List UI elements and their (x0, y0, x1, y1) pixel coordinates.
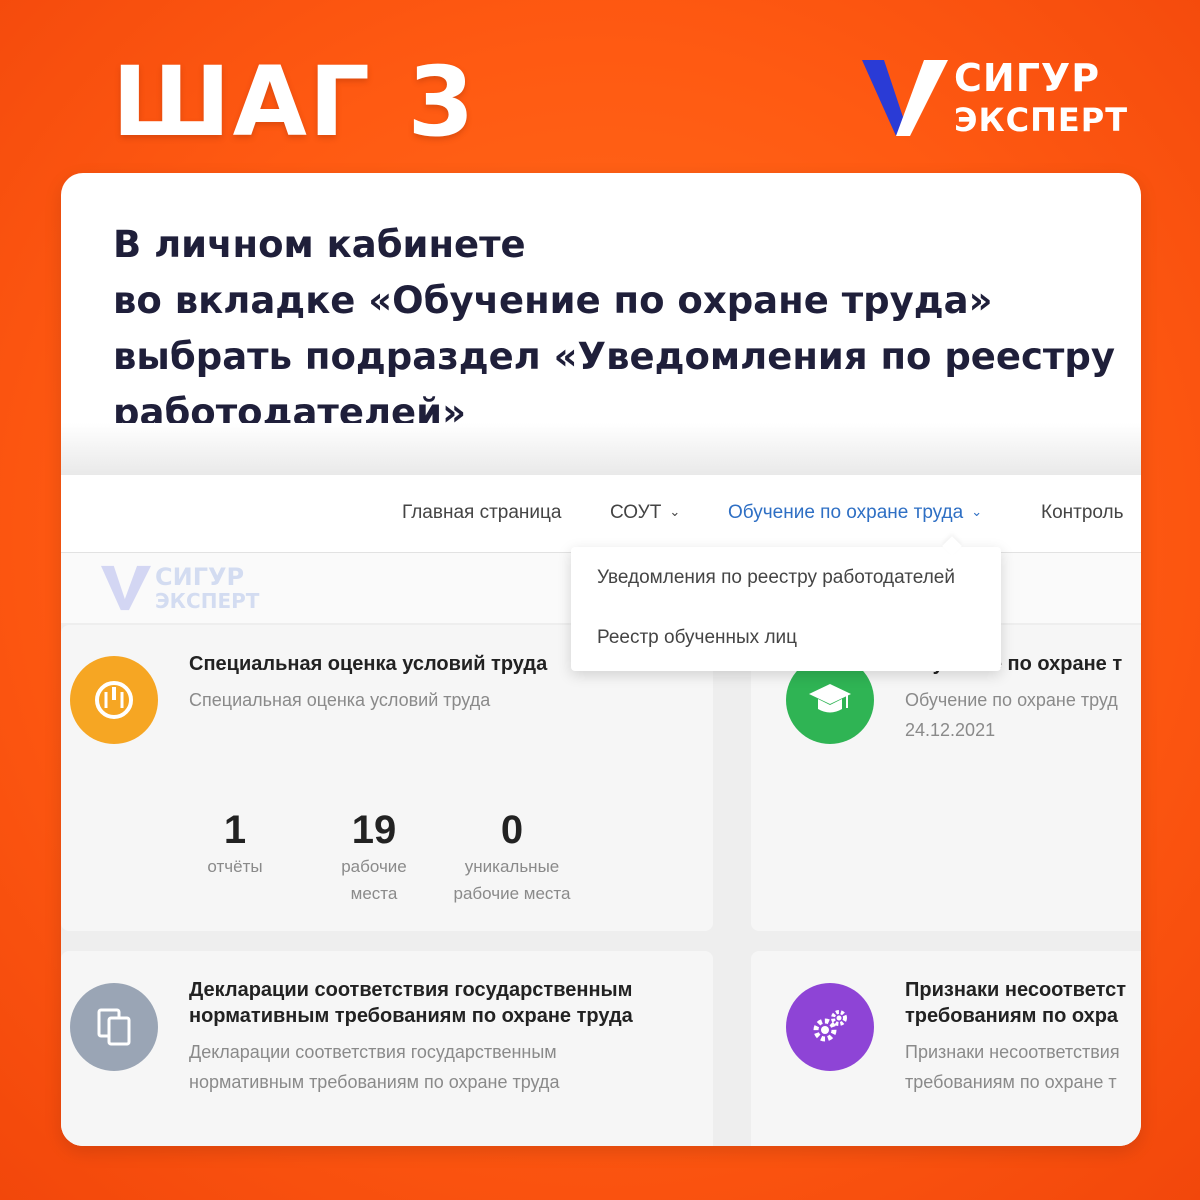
nav-item-sout[interactable]: СОУТ ⌄ (610, 502, 680, 524)
logo-v-icon (101, 565, 151, 611)
gauge-icon (70, 656, 158, 744)
instruction-text: В личном кабинете во вкладке «Обучение п… (113, 217, 1123, 441)
instruction-line: во вкладке «Обучение по охране труда» (113, 279, 993, 322)
stat-label: места (350, 884, 398, 903)
tile-title: нормативным требованиям по охране труда (189, 1005, 633, 1027)
nav-item-home[interactable]: Главная страница (402, 502, 562, 524)
watermark-text-line1: СИГУР (155, 563, 245, 591)
instruction-card: В личном кабинете во вкладке «Обучение п… (61, 173, 1141, 1146)
step-title: ШАГ 3 (112, 46, 477, 158)
chevron-down-icon: ⌄ (971, 504, 983, 519)
stat-label: рабочие места (453, 884, 571, 903)
tile-subtitle: Обучение по охране труд (905, 690, 1118, 710)
logo-text-line2: ЭКСПЕРТ (954, 101, 1129, 139)
documents-icon (70, 983, 158, 1071)
stat-unique-workplaces: 0 уникальные рабочие места (442, 807, 582, 907)
tile-subtitle: нормативным требованиям по охране труда (189, 1072, 560, 1092)
nav-item-training[interactable]: Обучение по охране труда ⌄ (728, 502, 982, 524)
stat-value: 19 (351, 808, 397, 852)
stat-value: 0 (500, 808, 524, 852)
instruction-line: В личном кабинете (113, 223, 526, 266)
nav-item-control[interactable]: Контроль (1041, 502, 1124, 524)
tile-title: требованиям по охра (905, 1005, 1119, 1027)
instruction-line: выбрать подраздел «Уведомления по реестр… (113, 335, 1115, 378)
stat-workplaces: 19 рабочие места (304, 807, 444, 907)
gears-icon (786, 983, 874, 1071)
tile-title: Специальная оценка условий труда (189, 653, 548, 675)
menu-item-employer-registry-notifications[interactable]: Уведомления по реестру работодателей (597, 567, 955, 589)
tile-subtitle: Специальная оценка условий труда (189, 690, 491, 710)
top-nav: Главная страница СОУТ ⌄ Обучение по охран… (61, 475, 1141, 553)
stat-label: рабочие (341, 857, 407, 876)
stat-reports: 1 отчёты (165, 807, 305, 880)
watermark-text-line2: ЭКСПЕРТ (155, 589, 260, 613)
tile-subtitle: Декларации соответствия государственным (189, 1042, 557, 1062)
logo-v-icon (862, 60, 948, 136)
tile-subtitle: требованиям по охране т (905, 1072, 1117, 1092)
chevron-down-icon: ⌄ (669, 504, 681, 519)
stat-label: уникальные (464, 857, 560, 876)
divider-fade (61, 423, 1141, 475)
menu-item-trained-persons-registry[interactable]: Реестр обученных лиц (597, 627, 797, 649)
watermark-logo: СИГУР ЭКСПЕРТ (101, 563, 301, 615)
logo-text-line1: СИГУР (954, 56, 1101, 100)
tile-title: Декларации соответствия государственным (189, 979, 633, 1001)
portal-screenshot: Главная страница СОУТ ⌄ Обучение по охран… (61, 475, 1141, 1146)
tile-title: Признаки несоответст (905, 979, 1127, 1001)
tile-subtitle: Признаки несоответствия (905, 1042, 1120, 1062)
stat-label: отчёты (207, 857, 263, 876)
stat-value: 1 (223, 808, 247, 852)
nav-item-label: СОУТ (610, 502, 662, 523)
nav-item-label: Обучение по охране труда (728, 502, 964, 523)
tile-date: 24.12.2021 (905, 720, 996, 740)
training-dropdown-menu: Уведомления по реестру работодателей Рее… (571, 547, 1001, 671)
brand-logo: СИГУР ЭКСПЕРТ (862, 58, 1132, 140)
